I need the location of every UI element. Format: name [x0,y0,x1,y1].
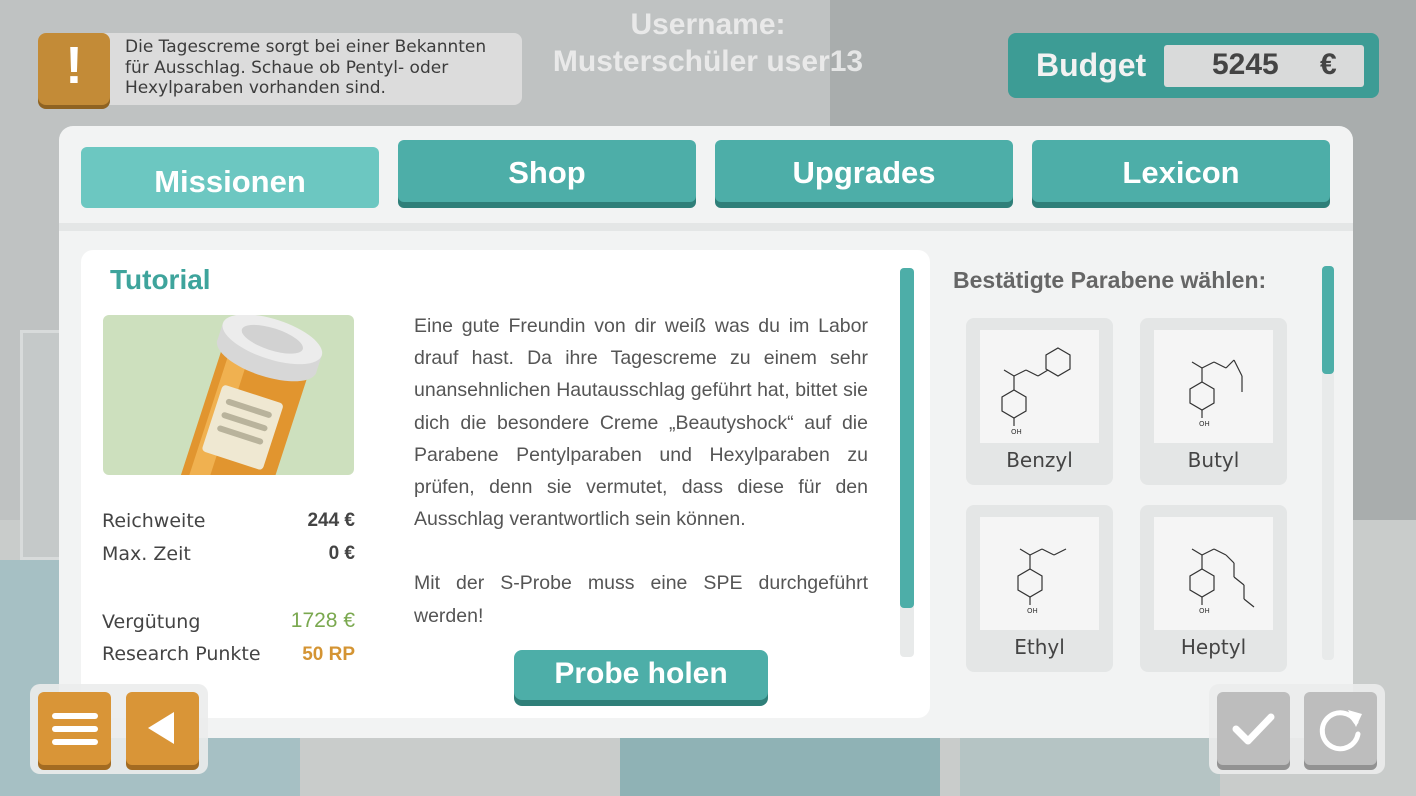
menu-button[interactable] [38,692,111,765]
stat-label-verguetung: Vergütung [102,611,201,633]
tabs-divider [59,223,1353,231]
paraben-selection-title: Bestätigte Parabene wählen: [953,267,1267,293]
mission-hint-text: Die Tagescreme sorgt bei einer Bekannten… [125,37,487,98]
menu-icon [52,713,98,745]
confirm-button[interactable] [1217,692,1290,765]
paraben-option-benzyl[interactable]: OH Benzyl [966,318,1113,485]
paraben-scrollbar-thumb[interactable] [1322,266,1334,374]
tab-missionen[interactable]: Missionen [81,147,379,208]
paraben-option-ethyl[interactable]: OH Ethyl [966,505,1113,672]
username-label: Username: [630,8,786,41]
stat-value-reichweite: 244 € [307,510,355,531]
butylparaben-structure-icon: OH [1154,330,1273,443]
mission-title: Tutorial [110,264,211,295]
paraben-option-butyl[interactable]: OH Butyl [1140,318,1287,485]
heptylparaben-structure-icon: OH [1154,517,1273,630]
pill-bottle-icon [103,315,354,475]
reload-icon [1319,710,1362,752]
benzylparaben-structure-icon: OH [980,330,1099,443]
stat-label-research-punkte: Research Punkte [102,643,261,665]
stat-label-reichweite: Reichweite [102,510,206,532]
svg-text:OH: OH [1199,607,1210,615]
tab-upgrades[interactable]: Upgrades [715,140,1013,202]
reset-button[interactable] [1304,692,1377,765]
paraben-option-heptyl[interactable]: OH Heptyl [1140,505,1287,672]
username-value: Musterschüler user13 [552,45,864,78]
stat-value-verguetung: 1728 € [290,609,355,632]
tab-shop[interactable]: Shop [398,140,696,202]
exclamation-icon: ! [38,33,110,105]
back-arrow-icon [148,712,174,744]
budget-value: 5245 [1212,48,1279,81]
budget-currency: € [1320,48,1337,81]
stat-value-max-zeit: 0 € [328,543,355,564]
paraben-label-butyl: Butyl [1187,448,1240,472]
stat-value-research-punkte: 50 RP [302,644,355,665]
back-button[interactable] [126,692,199,765]
ethylparaben-structure-icon: OH [980,517,1099,630]
stat-label-max-zeit: Max. Zeit [102,543,191,565]
checkmark-icon [1232,713,1275,745]
svg-text:OH: OH [1027,607,1038,615]
svg-text:OH: OH [1199,420,1210,428]
description-scrollbar-thumb[interactable] [900,268,914,608]
mission-description: Eine gute Freundin von dir weiß was du i… [414,310,868,632]
paraben-label-benzyl: Benzyl [1006,448,1073,472]
paraben-label-ethyl: Ethyl [1014,635,1065,659]
username-display: Username: Musterschüler user13 [530,6,886,80]
tab-lexicon[interactable]: Lexicon [1032,140,1330,202]
budget-label: Budget [1036,47,1147,83]
mission-description-paragraph: Mit der S-Probe muss eine SPE durchgefüh… [414,572,868,627]
mission-description-paragraph: Eine gute Freundin von dir weiß was du i… [414,315,868,531]
svg-text:OH: OH [1011,428,1022,436]
paraben-label-heptyl: Heptyl [1180,635,1247,659]
probe-holen-button[interactable]: Probe holen [514,650,768,700]
